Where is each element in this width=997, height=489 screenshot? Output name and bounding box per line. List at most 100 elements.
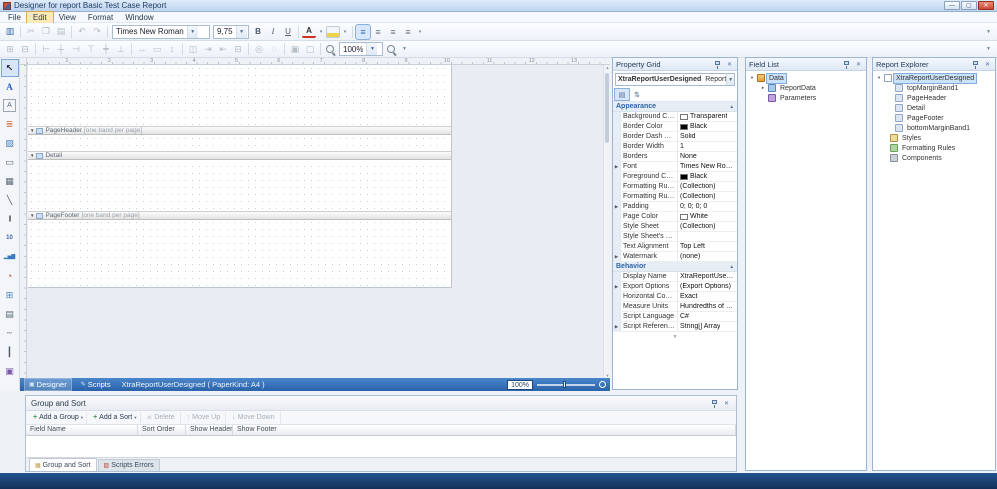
- align-right-button[interactable]: ≡: [386, 25, 400, 39]
- property-row[interactable]: ▶ Background Color Transparent: [613, 112, 737, 122]
- zip-code-tool[interactable]: 10: [2, 230, 18, 246]
- make-same-size-icon[interactable]: ▭: [150, 42, 164, 56]
- property-value[interactable]: (Collection): [678, 222, 737, 231]
- pin-icon[interactable]: [971, 60, 980, 69]
- add-a-sort-button[interactable]: + Add a Sort ▾: [90, 412, 140, 424]
- scroll-more-icon[interactable]: ▼: [613, 332, 737, 340]
- property-row[interactable]: ▶ Border Dash Style Solid: [613, 132, 737, 142]
- property-value[interactable]: String[] Array: [678, 322, 737, 331]
- menu-view[interactable]: View: [53, 12, 82, 23]
- italic-button[interactable]: I: [266, 25, 280, 39]
- band-header[interactable]: ▼ PageFooter [one band per page]: [28, 211, 451, 220]
- expander-icon[interactable]: ▸: [760, 85, 766, 91]
- align-bottoms-icon[interactable]: ⊥: [114, 42, 128, 56]
- align-to-grid-icon[interactable]: ⊟: [18, 42, 32, 56]
- column-header[interactable]: Sort Order: [138, 425, 186, 435]
- align-center-button[interactable]: ≡: [371, 25, 385, 39]
- align-rights-icon[interactable]: ⊣: [69, 42, 83, 56]
- tree-item-styles[interactable]: Styles: [874, 133, 994, 143]
- tree-item-reportdata[interactable]: ▸ ReportData: [747, 83, 865, 93]
- zoom-combo[interactable]: 100% ▼: [339, 42, 383, 56]
- collapse-icon[interactable]: ▼: [30, 213, 34, 218]
- tab-scripts[interactable]: ✎ Scripts: [76, 378, 116, 391]
- category-behavior[interactable]: Behavior ▲: [613, 262, 737, 272]
- category-appearance[interactable]: Appearance ▲: [613, 102, 737, 112]
- snap-to-grid-icon[interactable]: ⊞: [3, 42, 17, 56]
- tab-scripts-errors[interactable]: ▨ Scripts Errors: [98, 459, 160, 471]
- pivot-grid-tool[interactable]: ⊞: [2, 287, 18, 303]
- highlight-color-button[interactable]: [326, 26, 340, 38]
- property-row[interactable]: ▶ Foreground Color Black: [613, 172, 737, 182]
- maximize-button[interactable]: ▢: [961, 1, 977, 10]
- categorized-view-button[interactable]: ▤: [615, 89, 629, 100]
- minimize-button[interactable]: —: [944, 1, 960, 10]
- undo-icon[interactable]: ↶: [75, 25, 89, 39]
- property-value[interactable]: [678, 232, 737, 241]
- tree-item-components[interactable]: Components: [874, 153, 994, 163]
- text-align-dropdown[interactable]: ▾: [416, 25, 424, 39]
- close-icon[interactable]: ✕: [854, 60, 863, 69]
- tree-item-bottommarginband1[interactable]: bottomMarginBand1: [874, 123, 994, 133]
- property-value[interactable]: Solid: [678, 132, 737, 141]
- property-value[interactable]: (Collection): [678, 192, 737, 201]
- zoom-slider[interactable]: [537, 384, 595, 386]
- property-row[interactable]: ▶ Watermark (none): [613, 252, 737, 262]
- top-margin-band[interactable]: [28, 65, 451, 126]
- chevron-down-icon[interactable]: ▼: [366, 43, 377, 55]
- property-row[interactable]: ▶ Border Width 1: [613, 142, 737, 152]
- band-header[interactable]: ▼ Detail: [28, 151, 451, 160]
- gauge-tool[interactable]: ◔: [2, 268, 18, 284]
- font-color-button[interactable]: A: [302, 26, 316, 38]
- vertical-spacing-icon[interactable]: ⊟: [231, 42, 245, 56]
- scroll-up-icon[interactable]: ▲: [604, 65, 610, 70]
- tree-item-xtrareportuserdesigned[interactable]: ▾ XtraReportUserDesigned: [874, 73, 994, 83]
- horizontal-spacing-icon[interactable]: ◫: [186, 42, 200, 56]
- close-icon[interactable]: ✕: [725, 60, 734, 69]
- send-to-back-icon[interactable]: ▢: [303, 42, 317, 56]
- barcode-tool[interactable]: |||: [2, 211, 18, 227]
- expand-icon[interactable]: ▶: [615, 284, 618, 290]
- expand-icon[interactable]: ▶: [615, 164, 618, 170]
- property-value[interactable]: (Collection): [678, 182, 737, 191]
- property-row[interactable]: ▶ Page Color White: [613, 212, 737, 222]
- chevron-down-icon[interactable]: ▼: [187, 26, 198, 38]
- copy-icon[interactable]: ❐: [39, 25, 53, 39]
- menu-file[interactable]: File: [2, 12, 27, 23]
- increase-horizontal-spacing-icon[interactable]: ⇥: [201, 42, 215, 56]
- zoom-out-icon[interactable]: [324, 43, 337, 56]
- page-break-tool[interactable]: ┄: [2, 325, 18, 341]
- property-value[interactable]: 1: [678, 142, 737, 151]
- make-same-width-icon[interactable]: ↔: [135, 42, 149, 56]
- align-lefts-icon[interactable]: ⊢: [39, 42, 53, 56]
- property-value[interactable]: Black: [678, 172, 737, 181]
- align-justify-button[interactable]: ≡: [401, 25, 415, 39]
- property-value[interactable]: Exact: [678, 292, 737, 301]
- property-row[interactable]: ▶ Formatting Rule Links (Collection): [613, 182, 737, 192]
- cut-icon[interactable]: ✂: [24, 25, 38, 39]
- expand-icon[interactable]: ▶: [615, 254, 618, 260]
- save-icon[interactable]: ▥: [3, 25, 17, 39]
- property-row[interactable]: ▶ Padding 0; 0; 0; 0: [613, 202, 737, 212]
- underline-button[interactable]: U: [281, 25, 295, 39]
- object-selector-combo[interactable]: XtraReportUserDesigned Report ▼: [615, 73, 735, 86]
- toolbar-overflow-icon[interactable]: ▼: [983, 29, 994, 35]
- tree-item-pagefooter[interactable]: PageFooter: [874, 113, 994, 123]
- band-header[interactable]: ▼ PageHeader [one band per page]: [28, 126, 451, 135]
- label-tool[interactable]: A: [2, 79, 18, 95]
- pointer-tool[interactable]: ↖: [2, 60, 18, 76]
- align-tops-icon[interactable]: ⊤: [84, 42, 98, 56]
- highlight-color-dropdown[interactable]: ▾: [341, 25, 349, 39]
- toolbar-overflow-icon[interactable]: ▼: [983, 46, 994, 52]
- report-page[interactable]: ▼ PageHeader [one band per page] ▼: [28, 65, 452, 288]
- close-icon[interactable]: ✕: [983, 60, 992, 69]
- vertical-scrollbar[interactable]: ▲ ▼: [603, 65, 610, 378]
- scrollbar-thumb[interactable]: [605, 73, 609, 143]
- property-value[interactable]: 0; 0; 0; 0: [678, 202, 737, 211]
- zoom-dropdown-icon[interactable]: ▼: [399, 46, 410, 52]
- tab-designer[interactable]: ▣ Designer: [24, 378, 72, 391]
- bold-button[interactable]: B: [251, 25, 265, 39]
- center-horizontally-icon[interactable]: ◎: [252, 42, 266, 56]
- property-row[interactable]: ▶ Formatting Rules (Collection): [613, 192, 737, 202]
- property-row[interactable]: ▶ Horizontal Content Splitting Exact: [613, 292, 737, 302]
- cross-band-line-tool[interactable]: ┃: [2, 344, 18, 360]
